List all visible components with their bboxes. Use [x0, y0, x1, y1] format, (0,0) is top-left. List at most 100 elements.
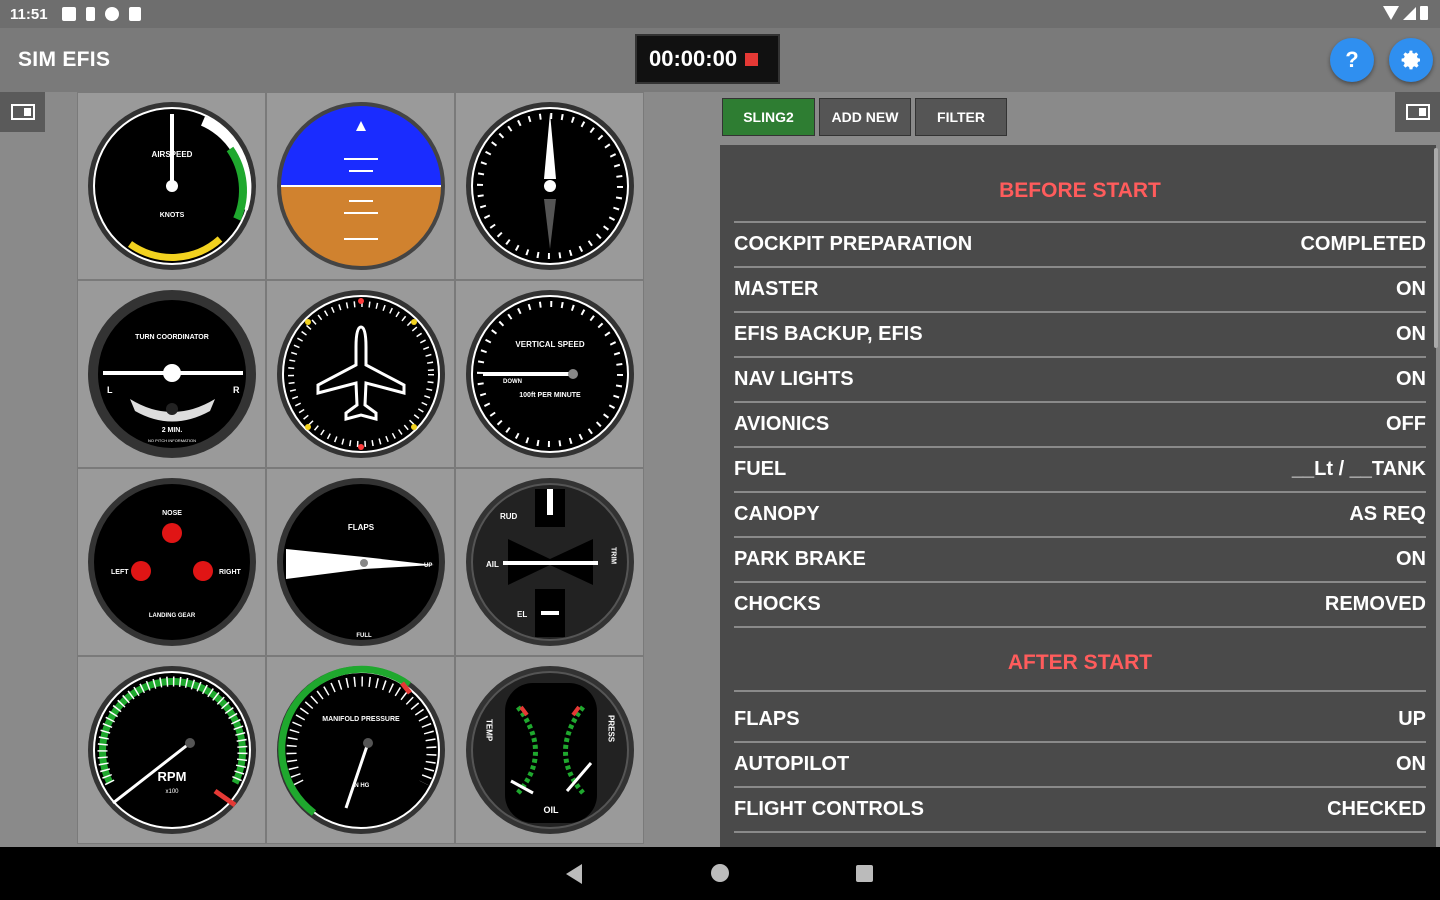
item-name: FUEL	[734, 458, 787, 480]
checklist-row[interactable]: NAV LIGHTS ON	[734, 358, 1426, 403]
altimeter-dial	[466, 102, 634, 270]
rpm-sub: x100	[165, 789, 179, 795]
item-name: EFIS BACKUP, EFIS	[734, 323, 923, 345]
turn-right-mark: R	[233, 385, 240, 395]
item-value: UP	[1398, 708, 1426, 730]
trim-indicator[interactable]: RUD AIL EL TRIM	[455, 468, 644, 656]
turn-coordinator[interactable]: TURN COORDINATOR L R 2 MIN. NO PITCH INF…	[77, 280, 266, 468]
item-value: __Lt / __TANK	[1291, 458, 1426, 480]
item-name: FLIGHT CONTROLS	[734, 798, 924, 820]
tachometer[interactable]: RPM x100	[77, 656, 266, 844]
rpm-label: RPM	[158, 769, 187, 784]
manifold-units: IN HG	[353, 783, 370, 789]
app-title: SIM EFIS	[18, 48, 111, 71]
landing-gear-indicator[interactable]: NOSE LEFT RIGHT LANDING GEAR	[77, 468, 266, 656]
gear-nose: NOSE	[162, 510, 182, 517]
gear-left: LEFT	[111, 569, 129, 576]
item-value: ON	[1396, 278, 1426, 300]
asi-units: KNOTS	[160, 212, 185, 219]
heading-indicator[interactable]	[266, 280, 455, 468]
item-name: FLAPS	[734, 708, 800, 730]
status-bar: 11:51	[0, 0, 1440, 28]
oil-gauge[interactable]: TEMP PRESS OIL	[455, 656, 644, 844]
recents-icon[interactable]	[856, 865, 873, 882]
stop-icon[interactable]	[745, 52, 759, 66]
altimeter[interactable]	[455, 92, 644, 280]
trim-ail: AIL	[486, 560, 499, 569]
checklist-row[interactable]: COCKPIT PREPARATION COMPLETED	[734, 223, 1426, 268]
checklist-row[interactable]: PARK BRAKE ON	[734, 538, 1426, 583]
tab-sling2[interactable]: SLING2	[722, 98, 815, 136]
checklist-row[interactable]: AUTOPILOT ON	[734, 743, 1426, 788]
item-value: REMOVED	[1324, 593, 1426, 615]
checklist-row[interactable]: CANOPY AS REQ	[734, 493, 1426, 538]
oil-press: PRESS	[607, 715, 616, 743]
item-name: CANOPY	[734, 503, 820, 525]
item-name: AUTOPILOT	[734, 753, 850, 775]
manifold-pressure-gauge[interactable]: MANIFOLD PRESSURE IN HG	[266, 656, 455, 844]
turn-sub: 2 MIN.	[162, 427, 183, 434]
gear-right: RIGHT	[219, 569, 242, 576]
vsi-sub: 100ft PER MINUTE	[519, 392, 581, 399]
help-button[interactable]: ?	[1330, 38, 1374, 82]
heading-dial	[277, 290, 445, 458]
home-icon[interactable]	[711, 864, 729, 882]
section-after-start-title: AFTER START	[734, 636, 1426, 692]
oil-dial: TEMP PRESS OIL	[466, 666, 634, 834]
trim-el: EL	[517, 610, 527, 619]
tab-add-new[interactable]: ADD NEW	[819, 98, 911, 136]
right-panel-toggle[interactable]	[1395, 92, 1440, 132]
notification-icon	[105, 7, 119, 21]
checklist-row[interactable]: MASTER ON	[734, 268, 1426, 313]
oil-temp: TEMP	[485, 719, 494, 742]
tab-filter[interactable]: FILTER	[915, 98, 1007, 136]
vsi-down: DOWN	[503, 379, 522, 385]
item-name: MASTER	[734, 278, 819, 300]
vertical-speed-indicator[interactable]: VERTICAL SPEED 100ft PER MINUTE DOWN	[455, 280, 644, 468]
flaps-dial: FLAPS UP FULL	[277, 478, 445, 646]
airspeed-dial: AIRSPEED KNOTS	[88, 102, 256, 270]
notification-icon	[62, 7, 76, 21]
checklist-row[interactable]: CHOCKS REMOVED	[734, 583, 1426, 628]
trim-rud: RUD	[500, 512, 518, 521]
settings-button[interactable]	[1389, 38, 1433, 82]
flaps-label: FLAPS	[348, 523, 375, 532]
item-name: PARK BRAKE	[734, 548, 866, 570]
checklist-row[interactable]: FLAPS UP	[734, 698, 1426, 743]
item-name: CHOCKS	[734, 593, 821, 615]
checklist-panel[interactable]: BEFORE START COCKPIT PREPARATION COMPLETE…	[720, 145, 1436, 847]
sd-card-icon	[129, 7, 141, 21]
attitude-indicator[interactable]	[266, 92, 455, 280]
signal-icon	[1403, 7, 1416, 20]
item-value: CHECKED	[1327, 798, 1426, 820]
section-before-start-title: BEFORE START	[734, 161, 1426, 223]
left-panel-toggle[interactable]	[0, 92, 45, 132]
item-name: COCKPIT PREPARATION	[734, 233, 973, 255]
flaps-indicator[interactable]: FLAPS UP FULL	[266, 468, 455, 656]
airspeed-indicator[interactable]: AIRSPEED KNOTS	[77, 92, 266, 280]
checklist-row[interactable]: AVIONICS OFF	[734, 403, 1426, 448]
trim-dial: RUD AIL EL TRIM	[466, 478, 634, 646]
flaps-full: FULL	[356, 633, 372, 639]
instrument-panel: AIRSPEED KNOTS TURN COORDINATOR L R 2 MI…	[77, 92, 644, 845]
app-bar: SIM EFIS 00:00:00 ?	[0, 28, 1440, 92]
system-icons	[1383, 6, 1428, 20]
rpm-dial: RPM x100	[88, 666, 256, 834]
turn-note: NO PITCH INFORMATION	[148, 438, 196, 443]
checklist-row[interactable]: FUEL __Lt / __TANK	[734, 448, 1426, 493]
notification-icon	[86, 7, 95, 21]
timer-value: 00:00:00	[649, 46, 738, 71]
item-value: ON	[1396, 368, 1426, 390]
checklist-scrollbar[interactable]	[1434, 148, 1438, 348]
status-time: 11:51	[10, 6, 48, 23]
help-icon: ?	[1345, 47, 1359, 72]
asi-label: AIRSPEED	[152, 150, 193, 159]
checklist-row[interactable]: FLIGHT CONTROLS CHECKED	[734, 788, 1426, 833]
flight-timer[interactable]: 00:00:00	[635, 34, 780, 84]
back-icon[interactable]	[566, 864, 582, 884]
vsi-label: VERTICAL SPEED	[515, 340, 584, 349]
item-value: ON	[1396, 753, 1426, 775]
wifi-icon	[1383, 6, 1399, 20]
manifold-label: MANIFOLD PRESSURE	[322, 716, 400, 723]
checklist-row[interactable]: EFIS BACKUP, EFIS ON	[734, 313, 1426, 358]
